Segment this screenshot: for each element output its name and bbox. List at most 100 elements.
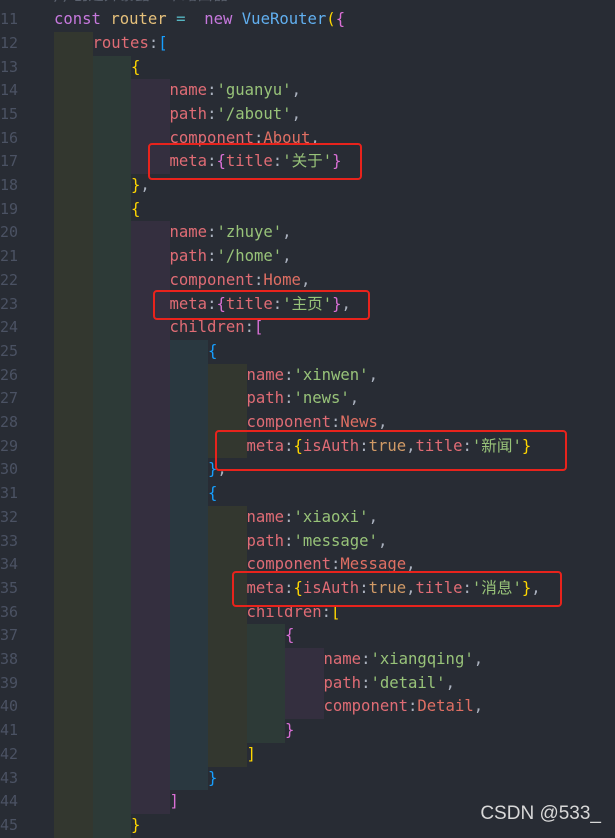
punctuation-token: , bbox=[368, 507, 378, 526]
punctuation-token: , bbox=[473, 650, 484, 669]
indent-guide bbox=[169, 671, 208, 696]
punctuation-token: , bbox=[291, 104, 301, 123]
indent-guide bbox=[92, 221, 131, 246]
key-token: name bbox=[246, 507, 285, 526]
bracket-token: ] bbox=[169, 792, 179, 811]
code-line[interactable]: 19 { bbox=[0, 197, 615, 222]
line-code: component: Detail, bbox=[54, 695, 483, 720]
line-number: 15 bbox=[0, 104, 19, 123]
code-line[interactable]: 12 routes:[ bbox=[0, 31, 615, 56]
punctuation-token: : bbox=[254, 270, 264, 289]
code-line[interactable]: 14 name:'guanyu', bbox=[0, 79, 615, 103]
indent-guide bbox=[169, 600, 208, 625]
indent-guide bbox=[54, 742, 93, 767]
punctuation-token: : bbox=[284, 507, 294, 526]
code-line[interactable]: 40 component: Detail, bbox=[0, 695, 615, 720]
code-line[interactable]: 21 path: '/home', bbox=[0, 245, 615, 269]
line-number: 30 bbox=[0, 460, 19, 479]
indent-guide bbox=[208, 648, 247, 672]
string-token: 'xinwen' bbox=[293, 365, 369, 384]
line-code: path:'news', bbox=[54, 387, 359, 412]
line-number: 33 bbox=[0, 531, 19, 550]
identifier-token: Home bbox=[263, 270, 301, 289]
line-number: 41 bbox=[0, 721, 19, 740]
indent-guide bbox=[208, 671, 247, 696]
code-line[interactable]: 25 { bbox=[0, 339, 615, 364]
punctuation-token: : bbox=[207, 81, 217, 100]
line-number: 40 bbox=[0, 697, 19, 716]
code-line[interactable]: 10 //创建并暴露一个路由器 bbox=[0, 0, 615, 8]
keyword-token: const bbox=[54, 10, 111, 29]
code-line[interactable]: 38 name:'xiangqing', bbox=[0, 648, 615, 672]
indent-guide bbox=[131, 268, 170, 293]
code-line[interactable]: 27 path:'news', bbox=[0, 387, 615, 412]
comment-token: //创建并暴露一个路由器 bbox=[54, 0, 229, 8]
line-code: }, bbox=[54, 174, 150, 198]
indent-guide bbox=[208, 363, 247, 388]
line-code: path: '/about', bbox=[54, 102, 301, 127]
indent-guide bbox=[92, 790, 131, 814]
punctuation-token: , bbox=[282, 247, 292, 266]
line-number: 11 bbox=[0, 10, 19, 29]
line-code: name:'xiangqing', bbox=[54, 648, 483, 672]
indent-guide bbox=[54, 648, 93, 672]
code-line[interactable]: 42] bbox=[0, 742, 615, 767]
indent-guide bbox=[54, 316, 93, 340]
code-line[interactable]: 13 { bbox=[0, 55, 615, 80]
indent-guide bbox=[246, 624, 285, 649]
line-code: { bbox=[54, 482, 217, 506]
indent-guide bbox=[169, 387, 208, 412]
line-code: { bbox=[54, 197, 140, 222]
highlight-box-line-23 bbox=[153, 290, 370, 320]
indent-guide bbox=[92, 411, 131, 435]
indent-guide bbox=[131, 434, 170, 459]
indent-guide bbox=[208, 529, 247, 554]
indent-guide bbox=[169, 648, 208, 672]
indent-guide bbox=[54, 339, 93, 364]
indent-guide bbox=[92, 363, 131, 388]
indent-guide bbox=[131, 576, 170, 601]
watermark: CSDN @533_ bbox=[480, 803, 601, 824]
code-line[interactable]: 32 name:'xiaoxi', bbox=[0, 505, 615, 530]
code-line[interactable]: 43} bbox=[0, 766, 615, 791]
indent-guide bbox=[131, 102, 170, 127]
indent-guide bbox=[131, 766, 170, 791]
line-number: 19 bbox=[0, 199, 19, 218]
indent-guide bbox=[131, 671, 170, 696]
indent-guide bbox=[246, 648, 285, 672]
code-line[interactable]: 22 component: Home, bbox=[0, 268, 615, 293]
key-token: name bbox=[323, 650, 362, 669]
line-code: } bbox=[54, 813, 140, 838]
line-number: 31 bbox=[0, 484, 19, 503]
code-line[interactable]: 33 path:'message', bbox=[0, 529, 615, 554]
line-number: 10 bbox=[0, 0, 40, 8]
highlight-box-line-17 bbox=[148, 143, 362, 180]
punctuation-token: , bbox=[445, 673, 455, 692]
key-token: path bbox=[169, 104, 208, 123]
punctuation-token: : bbox=[207, 223, 217, 242]
code-line[interactable]: 41} bbox=[0, 719, 615, 743]
code-line[interactable]: 39 path:'detail', bbox=[0, 671, 615, 696]
indent-guide bbox=[131, 600, 170, 625]
bracket-token: } bbox=[285, 721, 295, 740]
code-line[interactable]: 15 path: '/about', bbox=[0, 102, 615, 127]
indent-guide bbox=[131, 695, 170, 720]
code-line[interactable]: 20 name:'zhuye', bbox=[0, 221, 615, 246]
punctuation-token: : bbox=[284, 389, 294, 408]
code-line[interactable]: 11 const router = new VueRouter({ bbox=[0, 8, 615, 32]
indent-guide bbox=[169, 458, 208, 483]
line-code: routes:[ bbox=[54, 31, 168, 56]
indent-guide bbox=[92, 671, 131, 696]
line-code: name:'zhuye', bbox=[54, 221, 292, 246]
indent-guide bbox=[54, 813, 93, 838]
code-line[interactable]: 31 { bbox=[0, 482, 615, 506]
code-line[interactable]: 37 { bbox=[0, 624, 615, 649]
punctuation-token: : bbox=[361, 673, 371, 692]
line-number: 35 bbox=[0, 578, 19, 597]
code-line[interactable]: 26 name:'xinwen', bbox=[0, 363, 615, 388]
indent-guide bbox=[131, 411, 170, 435]
line-code: component: Home, bbox=[54, 268, 310, 293]
indent-guide bbox=[92, 813, 131, 838]
indent-guide bbox=[92, 55, 131, 80]
indent-guide bbox=[54, 79, 93, 103]
